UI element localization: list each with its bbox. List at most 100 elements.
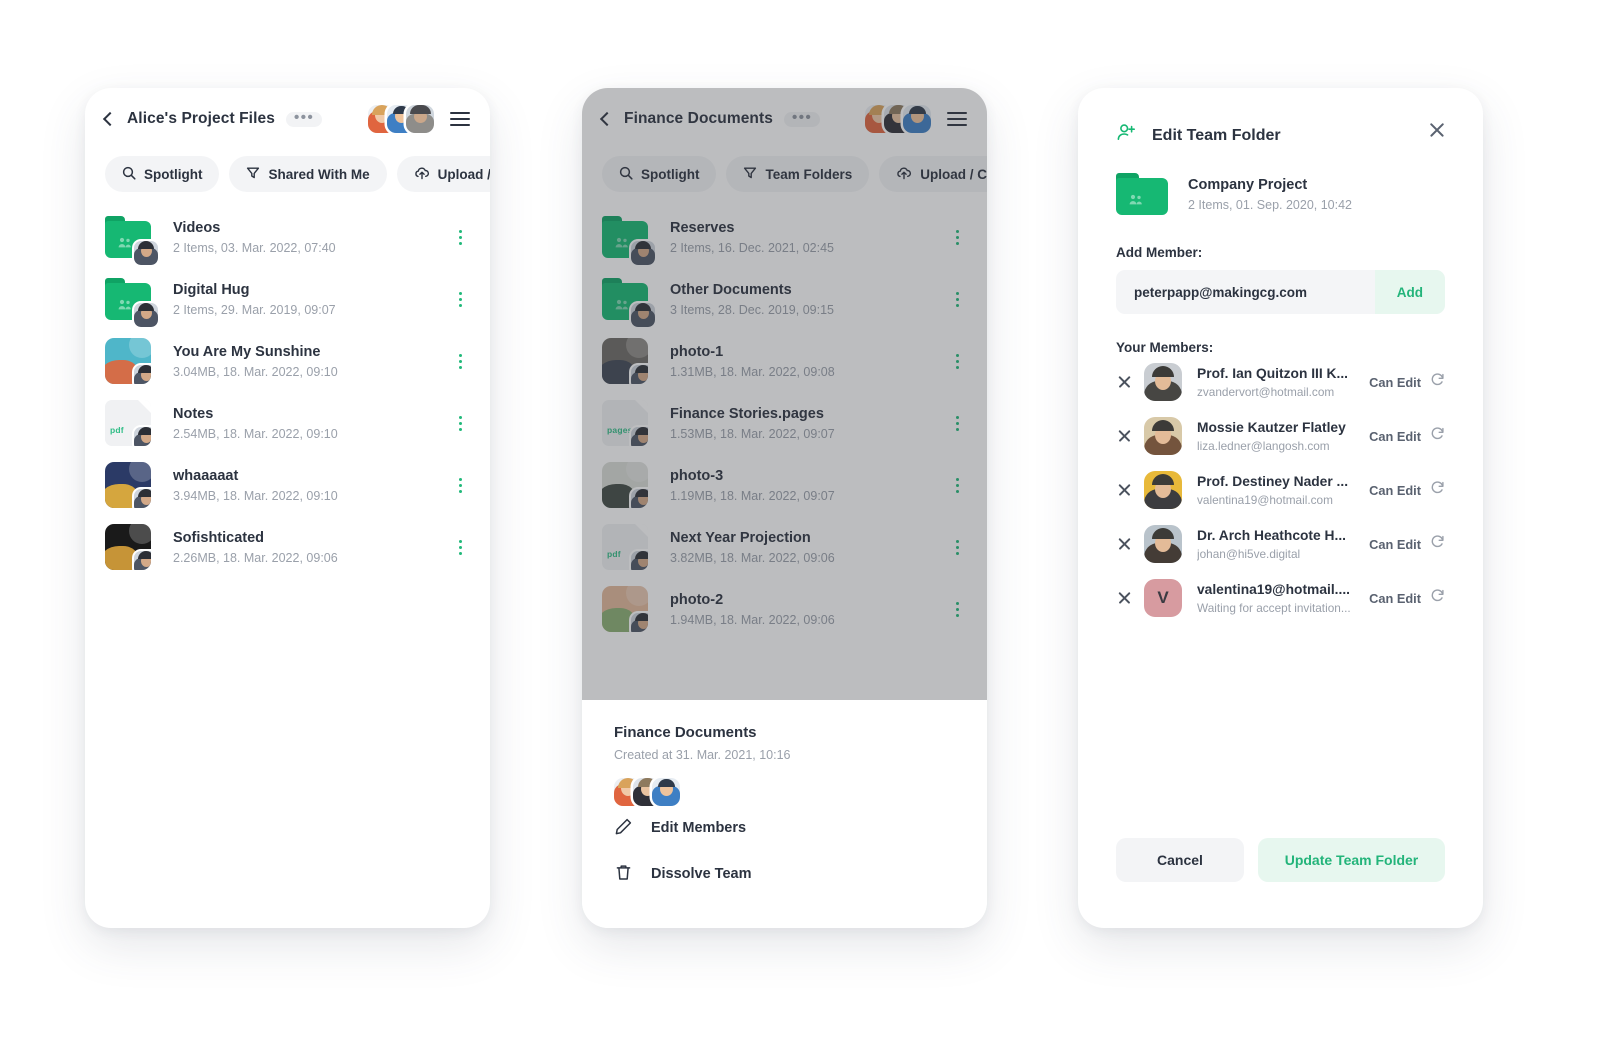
file-row[interactable]: Sofishticated 2.26MB, 18. Mar. 2022, 09:0… <box>105 516 470 578</box>
refresh-icon[interactable] <box>1430 588 1445 608</box>
member-permission[interactable]: Can Edit <box>1369 483 1421 498</box>
row-menu-icon[interactable] <box>450 415 470 431</box>
refresh-icon[interactable] <box>1430 426 1445 446</box>
folder-icon <box>105 214 158 265</box>
shared-by-avatar <box>631 613 648 632</box>
close-icon[interactable] <box>1427 120 1447 140</box>
file-row[interactable]: photo-3 1.19MB, 18. Mar. 2022, 09:07 <box>602 454 967 516</box>
phone-panel-finance-documents: Finance Documents ••• Spotlight Team Fol… <box>582 88 987 928</box>
document-icon: pdf <box>105 400 151 446</box>
member-permission[interactable]: Can Edit <box>1369 591 1421 606</box>
file-row[interactable]: pdf Notes 2.54MB, 18. Mar. 2022, 09:10 <box>105 392 470 454</box>
member-permission[interactable]: Can Edit <box>1369 537 1421 552</box>
file-name: Other Documents <box>670 281 792 298</box>
refresh-icon[interactable] <box>1430 534 1445 554</box>
file-row[interactable]: pages Finance Stories.pages 1.53MB, 18. Ma… <box>602 392 967 454</box>
remove-member-icon[interactable] <box>1116 589 1134 607</box>
row-menu-icon[interactable] <box>450 229 470 245</box>
chip-spotlight[interactable]: Spotlight <box>105 156 220 192</box>
member-avatar-stack[interactable] <box>865 105 931 133</box>
edit-members-action[interactable]: Edit Members <box>614 806 955 850</box>
file-row[interactable]: Reserves 2 Items, 16. Dec. 2021, 02:45 <box>602 206 967 268</box>
row-menu-icon[interactable] <box>947 291 967 307</box>
file-name: Next Year Projection <box>670 529 811 546</box>
edit-team-folder-modal: Edit Team Folder Company Project 2 Items… <box>1078 88 1483 928</box>
dissolve-team-action[interactable]: Dissolve Team <box>614 852 955 896</box>
row-menu-icon[interactable] <box>947 539 967 555</box>
photo-thumbnail <box>105 524 151 570</box>
member-name: Dr. Arch Heathcote H... <box>1197 527 1346 543</box>
row-menu-icon[interactable] <box>450 539 470 555</box>
file-meta: 1.19MB, 18. Mar. 2022, 09:07 <box>670 488 835 503</box>
file-meta: 1.31MB, 18. Mar. 2022, 09:08 <box>670 364 835 379</box>
file-row[interactable]: You Are My Sunshine 3.04MB, 18. Mar. 2022… <box>105 330 470 392</box>
shared-by-avatar <box>134 427 151 446</box>
file-row[interactable]: whaaaaat 3.94MB, 18. Mar. 2022, 09:10 <box>105 454 470 516</box>
file-meta: 3.94MB, 18. Mar. 2022, 09:10 <box>173 488 338 503</box>
more-options-icon[interactable]: ••• <box>783 110 821 127</box>
chip-upload-create[interactable]: Upload / Creat <box>879 156 987 192</box>
phone1-filter-chips: Spotlight Shared With Me Upload / Cr <box>85 156 490 192</box>
add-member-button[interactable]: Add <box>1374 270 1445 314</box>
update-team-folder-button[interactable]: Update Team Folder <box>1258 838 1445 882</box>
row-menu-icon[interactable] <box>450 291 470 307</box>
file-row[interactable]: Other Documents 3 Items, 28. Dec. 2019, 0… <box>602 268 967 330</box>
member-row: Dr. Arch Heathcote H... johan@hi5ve.digit… <box>1116 517 1445 571</box>
row-menu-icon[interactable] <box>947 415 967 431</box>
member-avatar-stack[interactable] <box>368 105 434 133</box>
upload-cloud-icon <box>414 166 430 183</box>
chip-shared-with-me[interactable]: Shared With Me <box>229 156 387 192</box>
people-glyph <box>118 237 131 248</box>
document-icon: pages <box>602 400 648 446</box>
remove-member-icon[interactable] <box>1116 427 1134 445</box>
file-name: You Are My Sunshine <box>173 343 321 360</box>
member-name: valentina19@hotmail.... <box>1197 581 1350 597</box>
file-row[interactable]: Videos 2 Items, 03. Mar. 2022, 07:40 <box>105 206 470 268</box>
row-menu-icon[interactable] <box>947 601 967 617</box>
filter-icon <box>246 166 260 183</box>
refresh-icon[interactable] <box>1430 480 1445 500</box>
file-row[interactable]: photo-2 1.94MB, 18. Mar. 2022, 09:06 <box>602 578 967 640</box>
chip-upload-create[interactable]: Upload / Cr <box>396 156 490 192</box>
sheet-avatar-stack[interactable] <box>614 778 955 806</box>
sheet-title: Finance Documents <box>614 724 757 741</box>
shared-by-avatar <box>134 241 158 265</box>
pencil-icon <box>614 817 633 840</box>
menu-icon[interactable] <box>450 108 470 131</box>
more-options-icon[interactable]: ••• <box>285 110 323 127</box>
remove-member-icon[interactable] <box>1116 535 1134 553</box>
row-menu-icon[interactable] <box>450 477 470 493</box>
member-email: liza.ledner@langosh.com <box>1197 438 1330 453</box>
remove-member-icon[interactable] <box>1116 373 1134 391</box>
file-meta: 2 Items, 16. Dec. 2021, 02:45 <box>670 240 834 255</box>
refresh-icon[interactable] <box>1430 372 1445 392</box>
back-icon[interactable] <box>102 111 118 127</box>
back-icon[interactable] <box>599 111 615 127</box>
member-permission[interactable]: Can Edit <box>1369 375 1421 390</box>
file-row[interactable]: photo-1 1.31MB, 18. Mar. 2022, 09:08 <box>602 330 967 392</box>
remove-member-icon[interactable] <box>1116 481 1134 499</box>
menu-icon[interactable] <box>947 108 967 131</box>
row-menu-icon[interactable] <box>450 353 470 369</box>
chip-spotlight[interactable]: Spotlight <box>602 156 717 192</box>
row-menu-icon[interactable] <box>947 477 967 493</box>
file-extension: pdf <box>607 549 621 559</box>
member-name: Prof. Destiney Nader ... <box>1197 473 1349 489</box>
phone-panel-edit-team-folder: Edit Team Folder Company Project 2 Items… <box>1078 88 1483 928</box>
add-member-input[interactable] <box>1134 284 1375 300</box>
shared-by-avatar <box>631 303 655 327</box>
sheet-created-at: Created at 31. Mar. 2021, 10:16 <box>614 748 791 762</box>
file-name: Finance Stories.pages <box>670 405 824 422</box>
chip-team-folders[interactable]: Team Folders <box>726 156 870 192</box>
file-meta: 3 Items, 28. Dec. 2019, 09:15 <box>670 302 834 317</box>
phone2-filter-chips: Spotlight Team Folders Upload / Creat <box>582 156 987 192</box>
phone1-header: Alice's Project Files ••• <box>85 88 490 150</box>
member-permission[interactable]: Can Edit <box>1369 429 1421 444</box>
cancel-button[interactable]: Cancel <box>1116 838 1244 882</box>
row-menu-icon[interactable] <box>947 353 967 369</box>
file-row[interactable]: Digital Hug 2 Items, 29. Mar. 2019, 09:07 <box>105 268 470 330</box>
member-avatar <box>1144 417 1182 455</box>
row-menu-icon[interactable] <box>947 229 967 245</box>
shared-by-avatar <box>134 303 158 327</box>
file-row[interactable]: pdf Next Year Projection 3.82MB, 18. Mar. … <box>602 516 967 578</box>
